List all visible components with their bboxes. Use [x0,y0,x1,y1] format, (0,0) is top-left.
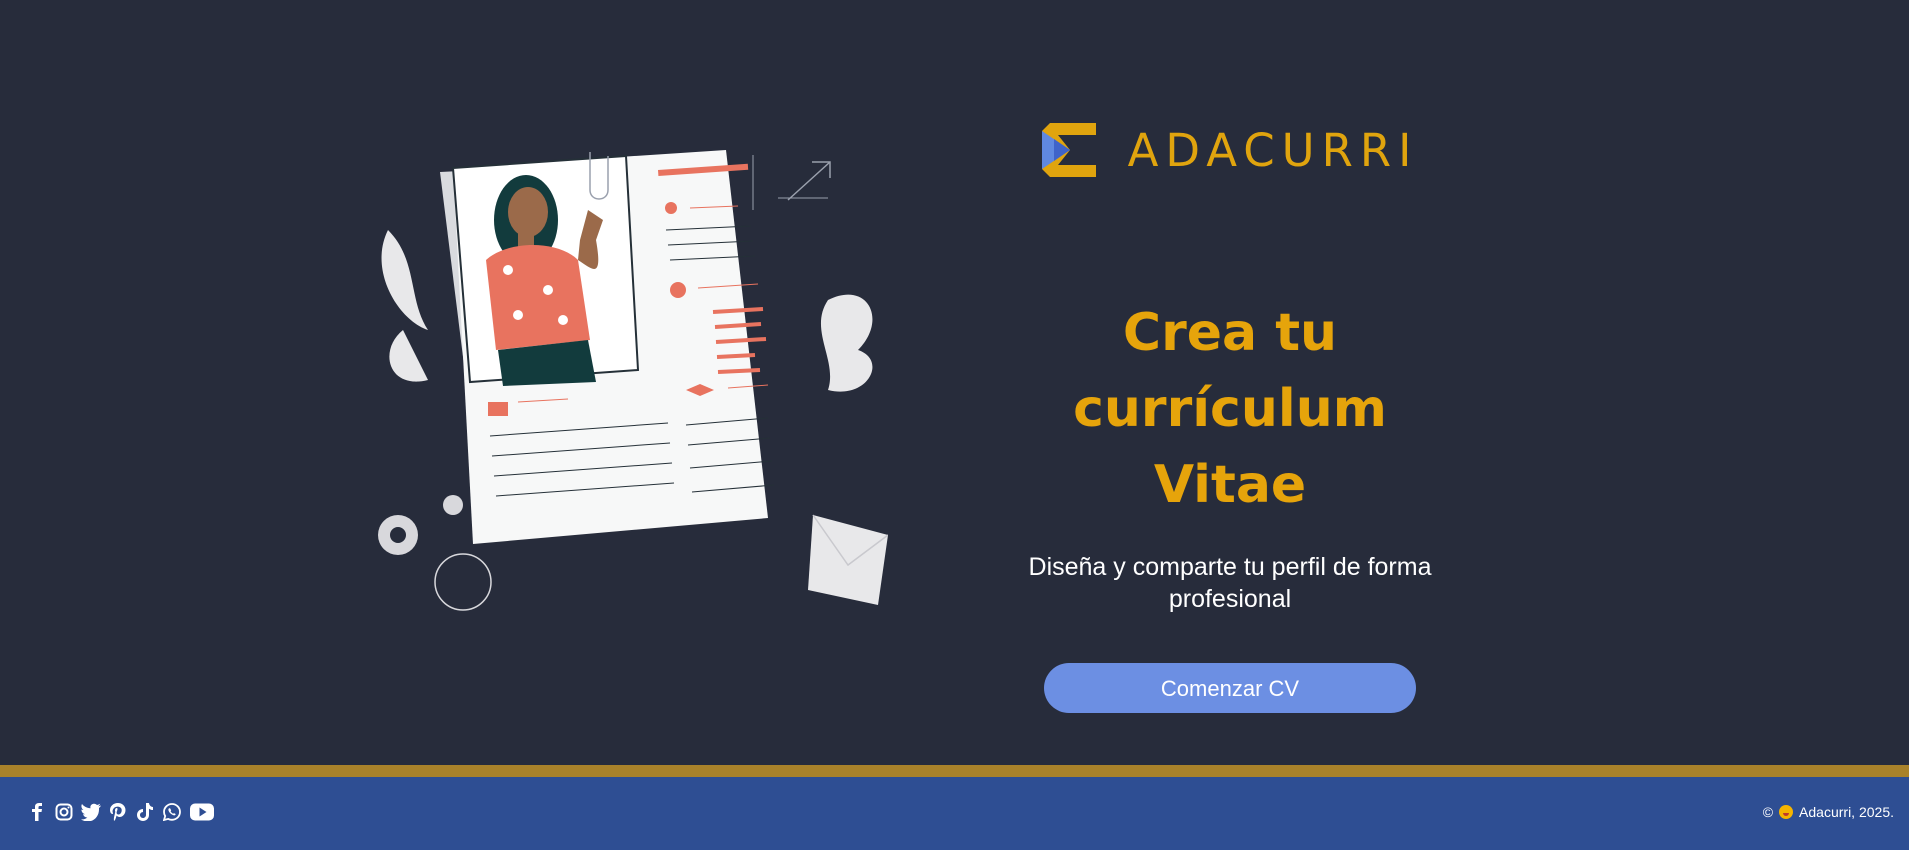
footer: © Adacurri, 2025. [0,777,1909,850]
resume-illustration [378,150,888,611]
twitter-icon[interactable] [81,802,101,822]
start-cv-button[interactable]: Comenzar CV [1044,663,1416,713]
footer-divider [0,765,1909,777]
tiktok-icon[interactable] [135,802,155,822]
hero-content: ADACURRI Crea tu currículum Vitae Diseña… [960,110,1500,713]
title-line-1: Crea tu currículum [1073,303,1387,439]
page-title: Crea tu currículum Vitae [960,295,1500,523]
whatsapp-icon[interactable] [162,802,182,822]
copyright-text: Adacurri, 2025. [1799,804,1894,820]
hero-section: ADACURRI Crea tu currículum Vitae Diseña… [0,0,1909,765]
page-subtitle: Diseña y comparte tu perfil de forma pro… [960,551,1500,615]
subtitle-line-2: profesional [1168,585,1292,613]
copyright-symbol: © [1762,804,1774,820]
adacurri-logo-icon [1041,123,1096,177]
instagram-icon[interactable] [54,802,74,822]
youtube-icon[interactable] [189,802,215,822]
pinterest-icon[interactable] [108,802,128,822]
smiley-emoji-icon [1779,805,1794,819]
facebook-icon[interactable] [27,802,47,822]
social-links [27,802,215,822]
subtitle-line-1: Diseña y comparte tu perfil de forma [1028,553,1432,581]
brand-logo[interactable]: ADACURRI [960,110,1500,190]
copyright: © Adacurri, 2025. [1763,804,1894,820]
brand-name: ADACURRI [1127,123,1419,177]
title-line-2: Vitae [1153,455,1307,515]
